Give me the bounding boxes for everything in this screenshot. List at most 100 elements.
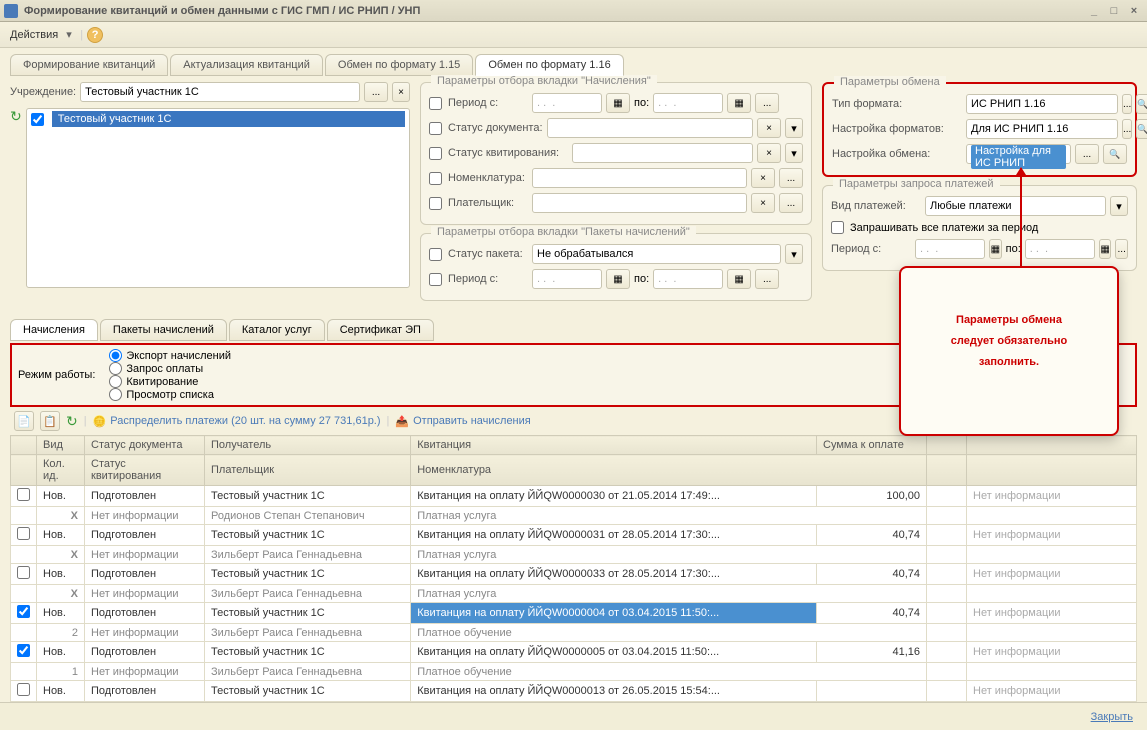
minimize-button[interactable]: _: [1085, 4, 1103, 18]
help-icon[interactable]: ?: [87, 27, 103, 43]
pay-period-extra-button[interactable]: ...: [1115, 239, 1128, 259]
table-row-sub: 2Нет информации Зильберт Раиса Геннадьев…: [11, 624, 1137, 642]
pay-type-combo[interactable]: [925, 196, 1106, 216]
exchange-settings-input[interactable]: Настройка для ИС РНИП: [966, 144, 1071, 164]
actions-dropdown-icon[interactable]: ▾: [66, 28, 76, 41]
institution-input[interactable]: [80, 82, 360, 102]
main-tab-3[interactable]: Обмен по формату 1.16: [475, 54, 623, 76]
packet-period-checkbox[interactable]: [429, 273, 442, 286]
req-all-checkbox[interactable]: [831, 221, 844, 234]
institution-pick-button[interactable]: ...: [364, 82, 388, 102]
payer-input[interactable]: [532, 193, 747, 213]
sub-tab-0[interactable]: Начисления: [10, 319, 98, 341]
packet-to-input[interactable]: [653, 269, 723, 289]
tree-item-checkbox[interactable]: [31, 113, 44, 126]
toolbar-icon-1[interactable]: 📄: [14, 411, 34, 431]
institution-tree[interactable]: Тестовый участник 1С: [26, 108, 410, 288]
main-tab-2[interactable]: Обмен по формату 1.15: [325, 54, 473, 76]
docstatus-enable-checkbox[interactable]: [429, 122, 442, 135]
table-row-sub: XНет информации Родионов Степан Степанов…: [11, 507, 1137, 525]
format-type-pick-button[interactable]: ...: [1122, 94, 1132, 114]
accruals-group-title: Параметры отбора вкладки "Начисления": [431, 75, 657, 87]
table-row[interactable]: Нов.ПодготовленТестовый участник 1С Квит…: [11, 486, 1137, 507]
recstatus-combo[interactable]: [572, 143, 753, 163]
packet-status-checkbox[interactable]: [429, 248, 442, 261]
packet-to-calendar-icon[interactable]: ▦: [727, 269, 751, 289]
sub-tab-2[interactable]: Каталог услуг: [229, 319, 325, 341]
close-button[interactable]: Закрыть: [1091, 711, 1133, 723]
mode-option-1[interactable]: Запрос оплаты: [109, 362, 231, 375]
nomenclature-input[interactable]: [532, 168, 747, 188]
docstatus-clear-button[interactable]: ×: [757, 118, 781, 138]
table-row[interactable]: Нов.ПодготовленТестовый участник 1С Квит…: [11, 681, 1137, 702]
table-row[interactable]: Нов.ПодготовленТестовый участник 1С Квит…: [11, 642, 1137, 663]
payer-clear-button[interactable]: ×: [751, 193, 775, 213]
row-checkbox[interactable]: [17, 527, 30, 540]
main-tab-1[interactable]: Актуализация квитанций: [170, 54, 323, 76]
period-from-calendar-icon[interactable]: ▦: [606, 93, 630, 113]
mode-option-3[interactable]: Просмотр списка: [109, 388, 231, 401]
recstatus-dropdown-icon[interactable]: ▾: [785, 143, 803, 163]
pay-type-dropdown-icon[interactable]: ▾: [1110, 196, 1128, 216]
sub-tab-1[interactable]: Пакеты начислений: [100, 319, 227, 341]
accruals-grid[interactable]: Вид Статус документа Получатель Квитанци…: [10, 435, 1137, 720]
row-checkbox[interactable]: [17, 644, 30, 657]
pay-from-calendar-icon[interactable]: ▦: [989, 239, 1002, 259]
exchange-settings-pick-button[interactable]: ...: [1075, 144, 1099, 164]
period-from-input[interactable]: [532, 93, 602, 113]
tree-item[interactable]: Тестовый участник 1С: [52, 111, 405, 127]
refresh-button[interactable]: ↻: [66, 413, 78, 430]
packet-from-calendar-icon[interactable]: ▦: [606, 269, 630, 289]
docstatus-combo[interactable]: [547, 118, 753, 138]
exchange-settings-lens-icon[interactable]: [1103, 144, 1127, 164]
top-toolbar: Действия ▾ | ?: [0, 22, 1147, 48]
recstatus-clear-button[interactable]: ×: [757, 143, 781, 163]
table-row[interactable]: Нов.ПодготовленТестовый участник 1С Квит…: [11, 525, 1137, 546]
maximize-button[interactable]: □: [1105, 4, 1123, 18]
institution-label: Учреждение:: [10, 86, 76, 98]
close-window-button[interactable]: ×: [1125, 4, 1143, 18]
window-titlebar: Формирование квитанций и обмен данными с…: [0, 0, 1147, 22]
format-type-lens-icon[interactable]: [1136, 94, 1147, 114]
period-to-input[interactable]: [653, 93, 723, 113]
payer-pick-button[interactable]: ...: [779, 193, 803, 213]
format-settings-input[interactable]: [966, 119, 1118, 139]
packet-period-extra-button[interactable]: ...: [755, 269, 779, 289]
nomenclature-pick-button[interactable]: ...: [779, 168, 803, 188]
table-row[interactable]: Нов.ПодготовленТестовый участник 1С Квит…: [11, 603, 1137, 624]
format-settings-pick-button[interactable]: ...: [1122, 119, 1132, 139]
format-settings-lens-icon[interactable]: [1136, 119, 1147, 139]
sub-tab-3[interactable]: Сертификат ЭП: [327, 319, 434, 341]
packet-status-combo[interactable]: [532, 244, 781, 264]
payer-enable-checkbox[interactable]: [429, 197, 442, 210]
period-to-calendar-icon[interactable]: ▦: [727, 93, 751, 113]
row-checkbox[interactable]: [17, 488, 30, 501]
packet-status-dropdown-icon[interactable]: ▾: [785, 244, 803, 264]
distribute-payments-button[interactable]: 🪙 Распределить платежи (20 шт. на сумму …: [93, 415, 381, 428]
toolbar-icon-2[interactable]: 📋: [40, 411, 60, 431]
period-enable-checkbox[interactable]: [429, 97, 442, 110]
table-row[interactable]: Нов.ПодготовленТестовый участник 1С Квит…: [11, 564, 1137, 585]
docstatus-dropdown-icon[interactable]: ▾: [785, 118, 803, 138]
recstatus-enable-checkbox[interactable]: [429, 147, 442, 160]
mode-option-0[interactable]: Экспорт начислений: [109, 349, 231, 362]
mode-option-2[interactable]: Квитирование: [109, 375, 231, 388]
row-checkbox[interactable]: [17, 566, 30, 579]
row-checkbox[interactable]: [17, 605, 30, 618]
nomenclature-enable-checkbox[interactable]: [429, 172, 442, 185]
send-accruals-button[interactable]: 📤 Отправить начисления: [395, 415, 530, 428]
packet-from-input[interactable]: [532, 269, 602, 289]
pay-to-calendar-icon[interactable]: ▦: [1099, 239, 1112, 259]
actions-menu[interactable]: Действия: [6, 27, 62, 43]
row-checkbox[interactable]: [17, 683, 30, 696]
period-extra-button[interactable]: ...: [755, 93, 779, 113]
nomenclature-clear-button[interactable]: ×: [751, 168, 775, 188]
main-tab-0[interactable]: Формирование квитанций: [10, 54, 168, 76]
pay-to-input[interactable]: [1025, 239, 1095, 259]
institution-clear-button[interactable]: ×: [392, 82, 410, 102]
format-type-input[interactable]: [966, 94, 1118, 114]
pay-from-input[interactable]: [915, 239, 985, 259]
refresh-tree-icon[interactable]: ↻: [10, 108, 22, 288]
packets-group-title: Параметры отбора вкладки "Пакеты начисле…: [431, 226, 696, 238]
callout-arrow: [1020, 168, 1022, 266]
